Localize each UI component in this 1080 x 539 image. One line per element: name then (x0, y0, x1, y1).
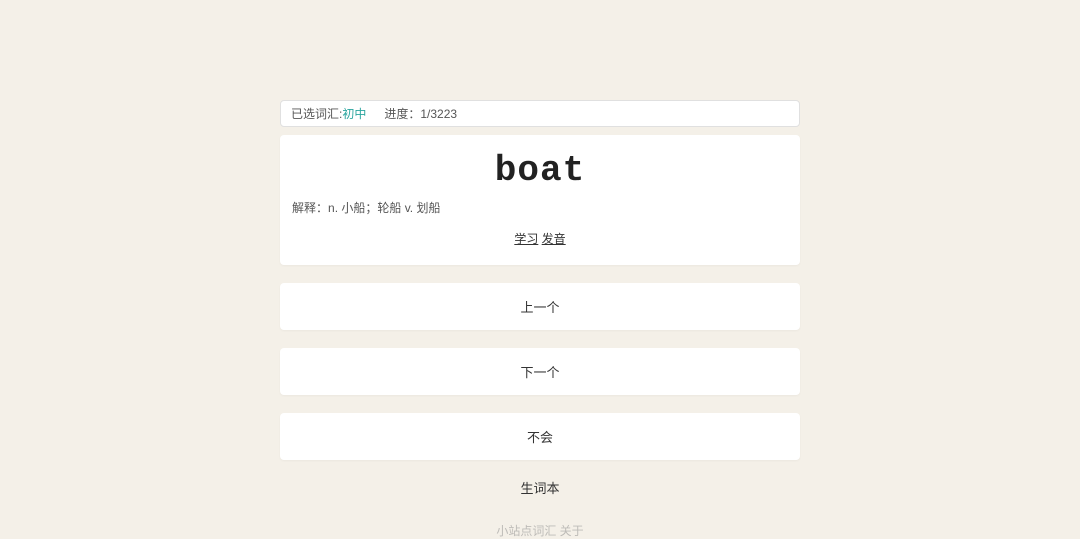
vocab-selection: 已选词汇:初中 (291, 105, 366, 122)
vocab-link[interactable]: 初中 (342, 107, 366, 121)
footer-text: 小站点词汇 关于 (496, 522, 583, 539)
dont-know-button[interactable]: 不会 (280, 413, 800, 460)
pronounce-link[interactable]: 发音 (542, 232, 566, 246)
definition-label: 解释： (292, 201, 328, 215)
word-card: boat 解释：n. 小船；轮船 v. 划船 学习 发音 (280, 135, 800, 265)
header-bar: 已选词汇:初中 进度：1/3223 (280, 100, 800, 127)
next-button[interactable]: 下一个 (280, 348, 800, 395)
definition-value: n. 小船；轮船 v. 划船 (328, 201, 440, 215)
wordbook-button[interactable]: 生词本 (280, 478, 800, 497)
prev-button[interactable]: 上一个 (280, 283, 800, 330)
study-link[interactable]: 学习 (514, 232, 538, 246)
progress-value: 1/3223 (420, 107, 457, 121)
definition: 解释：n. 小船；轮船 v. 划船 (290, 199, 790, 216)
vocab-label: 已选词汇: (291, 107, 342, 121)
progress-label: 进度： (384, 107, 420, 121)
progress: 进度：1/3223 (384, 105, 457, 122)
word-title: boat (290, 150, 790, 191)
link-row: 学习 发音 (290, 230, 790, 247)
